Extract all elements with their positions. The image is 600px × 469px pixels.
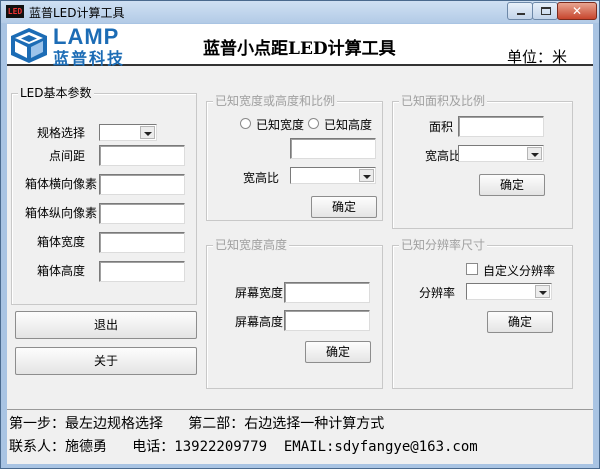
unit-label: 单位：米 — [507, 48, 568, 66]
chevron-down-icon — [535, 285, 550, 298]
resolution-confirm-button[interactable]: 确定 — [487, 311, 553, 333]
close-button[interactable]: ✕ — [557, 2, 597, 20]
pitch-input[interactable] — [99, 145, 185, 166]
cabinet-v-pixels-input[interactable] — [99, 203, 185, 224]
exit-button[interactable]: 退出 — [15, 311, 197, 339]
width-height-panel: 已知宽度高度 屏幕宽度 屏幕高度 确定 — [206, 238, 383, 389]
ratio-confirm-button[interactable]: 确定 — [311, 196, 377, 218]
area-panel-legend: 已知面积及比例 — [399, 94, 488, 108]
logo-chinese: 蓝普科技 — [53, 49, 126, 68]
chevron-down-icon — [359, 169, 374, 182]
minimize-button[interactable] — [507, 2, 533, 20]
screen-width-label: 屏幕宽度 — [235, 286, 284, 300]
spec-label: 规格选择 — [37, 126, 86, 140]
cabinet-width-label: 箱体宽度 — [37, 235, 86, 249]
window-title: 蓝普LED计算工具 — [29, 6, 125, 20]
area-input[interactable] — [458, 116, 544, 137]
resolution-panel-legend: 已知分辨率尺寸 — [399, 238, 488, 252]
pitch-label: 点间距 — [49, 149, 86, 163]
chevron-down-icon — [140, 126, 155, 139]
client-area: LAMP 蓝普科技 蓝普小点距LED计算工具 单位：米 LED基本参数 规格选择… — [7, 24, 593, 464]
cabinet-v-pixels-label: 箱体纵向像素 — [25, 206, 98, 220]
area-label: 面积 — [429, 120, 454, 134]
spec-select[interactable] — [99, 124, 157, 141]
ratio-select[interactable] — [290, 167, 376, 184]
width-height-panel-legend: 已知宽度高度 — [213, 238, 290, 252]
screen-width-input[interactable] — [284, 282, 370, 303]
ratio-panel: 已知宽度或高度和比例 已知宽度 已知高度 宽高比 确定 — [206, 94, 383, 221]
maximize-button[interactable] — [532, 2, 558, 20]
area-ratio-select[interactable] — [458, 145, 544, 162]
about-button[interactable]: 关于 — [15, 347, 197, 375]
page-title: 蓝普小点距LED计算工具 — [203, 39, 396, 59]
app-icon: LED — [6, 5, 24, 18]
led-basic-params-panel: LED基本参数 规格选择 点间距 箱体横向像素 箱体纵向像素 箱体宽度 箱体高度 — [11, 86, 197, 305]
header: LAMP 蓝普科技 蓝普小点距LED计算工具 单位：米 — [7, 24, 593, 68]
led-basic-params-legend: LED基本参数 — [18, 86, 94, 100]
app-window: LED 蓝普LED计算工具 ✕ LAMP 蓝普科技 蓝普小点距LED计算工具 单… — [0, 0, 600, 469]
resolution-select[interactable] — [466, 283, 552, 300]
contact-text: 联系人：施德勇 电话：13922209779 EMAIL:sdyfangye@1… — [9, 439, 478, 455]
area-confirm-button[interactable]: 确定 — [479, 174, 545, 196]
known-dimension-input[interactable] — [290, 138, 376, 159]
cabinet-width-input[interactable] — [99, 232, 185, 253]
close-icon: ✕ — [571, 4, 583, 18]
cube-logo-icon — [11, 28, 47, 63]
known-height-label: 已知高度 — [324, 118, 373, 132]
area-ratio-label: 宽高比 — [425, 149, 462, 163]
screen-height-input[interactable] — [284, 310, 370, 331]
resolution-panel: 已知分辨率尺寸 自定义分辨率 分辨率 确定 — [392, 238, 573, 389]
footer: 第一步：最左边规格选择 第二部：右边选择一种计算方式 联系人：施德勇 电话：13… — [7, 409, 593, 464]
chevron-down-icon — [527, 147, 542, 160]
screen-height-label: 屏幕高度 — [235, 315, 284, 329]
width-height-confirm-button[interactable]: 确定 — [305, 341, 371, 363]
ratio-label: 宽高比 — [243, 171, 280, 185]
cabinet-h-pixels-input[interactable] — [99, 174, 185, 195]
title-bar[interactable]: LED 蓝普LED计算工具 ✕ — [1, 1, 599, 23]
cabinet-h-pixels-label: 箱体横向像素 — [25, 177, 98, 191]
maximize-icon — [541, 7, 551, 15]
ratio-panel-legend: 已知宽度或高度和比例 — [213, 94, 338, 108]
area-panel: 已知面积及比例 面积 宽高比 确定 — [392, 94, 573, 229]
resolution-label: 分辨率 — [419, 286, 456, 300]
cabinet-height-input[interactable] — [99, 261, 185, 282]
instruction-text: 第一步：最左边规格选择 第二部：右边选择一种计算方式 — [9, 416, 385, 432]
custom-resolution-checkbox[interactable] — [466, 263, 478, 275]
known-width-label: 已知宽度 — [256, 118, 305, 132]
minimize-icon — [517, 13, 525, 15]
custom-resolution-label: 自定义分辨率 — [483, 264, 556, 278]
known-height-radio[interactable] — [308, 118, 319, 129]
known-width-radio[interactable] — [240, 118, 251, 129]
lamp-logo: LAMP 蓝普科技 — [9, 24, 139, 68]
cabinet-height-label: 箱体高度 — [37, 264, 86, 278]
